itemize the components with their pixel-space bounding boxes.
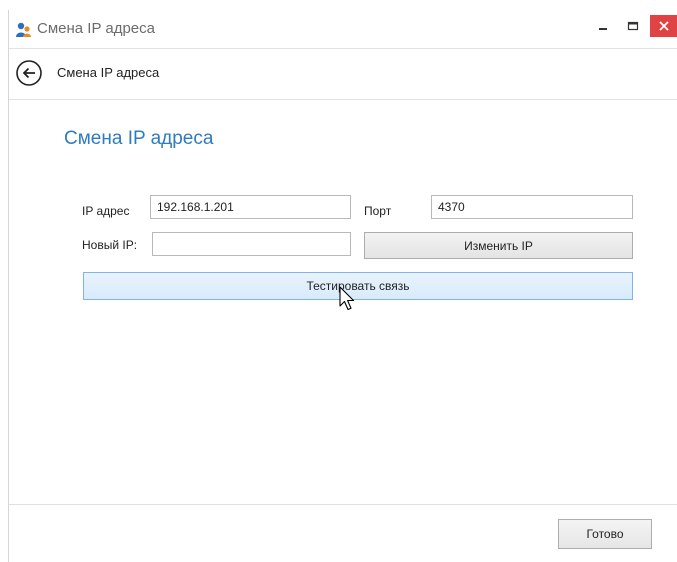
ip-address-input[interactable] (150, 195, 351, 219)
new-ip-label: Новый IP: (82, 238, 138, 252)
close-button[interactable] (650, 15, 677, 37)
minimize-button[interactable] (590, 15, 616, 37)
test-connection-button[interactable]: Тестировать связь (83, 272, 633, 300)
port-label: Порт (364, 204, 392, 218)
done-button[interactable]: Готово (558, 519, 652, 549)
nav-title: Смена IP адреса (57, 65, 160, 80)
port-input[interactable] (431, 195, 633, 219)
app-window: Смена IP адреса Смена IP адреса Смена IP… (8, 10, 677, 562)
navigation-bar: Смена IP адреса (9, 48, 677, 100)
change-ip-button[interactable]: Изменить IP (364, 232, 633, 259)
new-ip-input[interactable] (152, 232, 351, 256)
footer-divider (9, 504, 677, 505)
close-icon (659, 21, 669, 31)
back-arrow-icon (16, 60, 42, 86)
maximize-icon (627, 21, 639, 31)
minimize-icon (599, 28, 607, 30)
app-users-icon (15, 22, 33, 38)
page-heading: Смена IP адреса (64, 128, 214, 149)
title-bar[interactable]: Смена IP адреса (9, 10, 677, 48)
window-title: Смена IP адреса (37, 20, 155, 37)
back-button[interactable] (15, 59, 43, 87)
maximize-button[interactable] (620, 15, 646, 37)
ip-address-label: IP адрес (82, 204, 130, 218)
